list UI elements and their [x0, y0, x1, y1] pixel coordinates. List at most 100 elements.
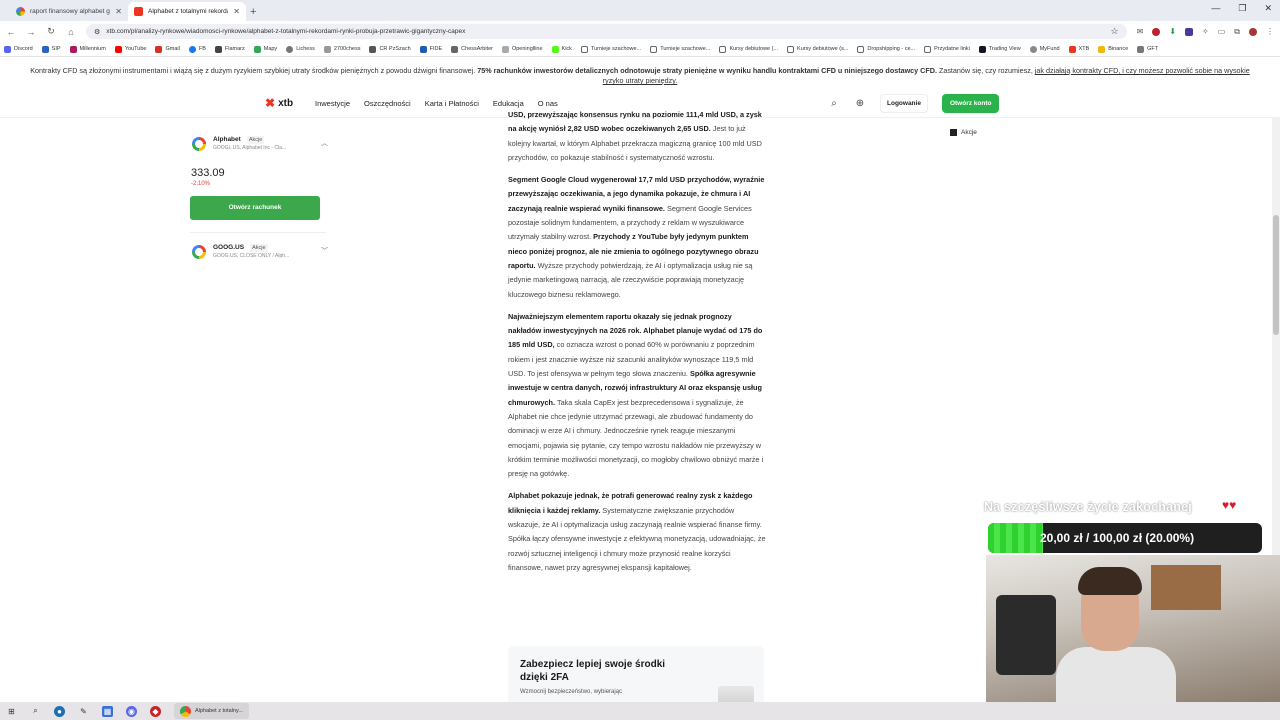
search-icon[interactable]: ⌕: [828, 98, 840, 110]
tabs-icon[interactable]: ⧉: [1234, 27, 1240, 37]
tag-akcje[interactable]: Akcje: [950, 129, 977, 136]
back-icon[interactable]: ←: [6, 27, 16, 37]
article-body: USD, przewyższając konsensus rynku na po…: [508, 108, 766, 583]
bookmark[interactable]: Millennium: [69, 45, 106, 53]
scrollbar-thumb[interactable]: [1273, 215, 1279, 335]
new-tab-icon[interactable]: +: [250, 2, 256, 21]
instrument-symbol: GOOGL.US, Alphabet Inc - Cla...: [213, 145, 287, 151]
forward-icon[interactable]: →: [26, 27, 36, 37]
bookmark[interactable]: Binance: [1098, 45, 1128, 53]
bookmark[interactable]: MyFund: [1029, 45, 1060, 53]
browser-tab-bar: raport finansowy alphabet goo ✕ Alphabet…: [0, 0, 1280, 21]
bookmark[interactable]: FIDE: [419, 45, 442, 53]
folder-icon: [580, 45, 588, 53]
nav-item-oszczednosci[interactable]: Oszczędności: [364, 99, 411, 108]
browser-tab-search[interactable]: raport finansowy alphabet goo ✕: [10, 2, 128, 21]
webcam-chair: [996, 595, 1056, 675]
star-icon[interactable]: ☆: [1111, 26, 1119, 37]
instrument-name-row: GOOG.US Akcje: [213, 244, 314, 252]
donation-goal-bar: 20,00 zł / 100,00 zł (20.00%): [988, 523, 1262, 553]
browser-tab-article[interactable]: Alphabet z totalnymi rekordam ✕: [128, 2, 246, 21]
taskbar-browser-item[interactable]: Alphabet z totalny...: [174, 703, 249, 719]
bookmark-folder[interactable]: Dropshipping - ce...: [857, 45, 916, 53]
article-paragraph: Najważniejszym elementem raportu okazały…: [508, 310, 766, 482]
nav-item-o-nas[interactable]: O nas: [538, 99, 558, 108]
extension-icon[interactable]: [1185, 27, 1194, 36]
bookmark[interactable]: Openinglline: [501, 45, 543, 53]
bookmark[interactable]: Trading View: [978, 45, 1021, 53]
bookmark[interactable]: Flamarz: [214, 45, 245, 53]
minimize-icon[interactable]: —: [1211, 3, 1220, 14]
nav-item-karta[interactable]: Karta i Płatności: [425, 99, 479, 108]
nav-item-edukacja[interactable]: Edukacja: [493, 99, 524, 108]
extension-icon[interactable]: [1152, 27, 1161, 36]
bookmark-folder[interactable]: Przydatne linki: [924, 45, 970, 53]
bookmark-label: Discord: [14, 46, 33, 52]
bookmark[interactable]: SIP: [41, 45, 61, 53]
bookmark[interactable]: Kick: [551, 45, 572, 53]
bookmark[interactable]: Lichess: [286, 45, 315, 53]
app-icon[interactable]: ▦: [102, 705, 113, 717]
bookmark-folder[interactable]: Kursy debiutowe (...: [719, 45, 778, 53]
bookmark[interactable]: ChessArbiter: [451, 45, 493, 53]
open-account-widget-button[interactable]: Otwórz rachunek: [190, 196, 320, 220]
bookmark[interactable]: Discord: [4, 45, 33, 53]
maps-icon: [253, 45, 261, 53]
close-icon[interactable]: ✕: [115, 7, 122, 16]
chevron-up-icon[interactable]: ︿: [321, 138, 328, 148]
menu-icon[interactable]: ⋮: [1266, 27, 1274, 36]
maximize-icon[interactable]: ❐: [1238, 3, 1246, 14]
xtb-logo[interactable]: ✖ xtb: [265, 96, 293, 110]
site-info-icon[interactable]: ⚙: [94, 28, 100, 36]
stream-caption: Na szczęśliwsze życie zakochanej: [984, 500, 1192, 514]
bookmark[interactable]: FB: [188, 45, 206, 53]
lichess-icon: [286, 45, 294, 53]
tag-icon: [950, 129, 957, 136]
open-account-button[interactable]: Otwórz konto: [941, 94, 1000, 113]
avatar[interactable]: [1249, 27, 1257, 36]
cfd-bold-text: 75% rachunków inwestorów detalicznych od…: [477, 66, 937, 75]
header-actions: ⌕ ⊕ Logowanie Otwórz konto: [828, 94, 1000, 113]
close-icon[interactable]: ✕: [233, 7, 240, 16]
chevron-down-icon[interactable]: ﹀: [321, 246, 328, 256]
app-icon[interactable]: ✎: [78, 706, 89, 717]
bookmark-folder[interactable]: Kursy debiutowe (s...: [787, 45, 848, 53]
mail-icon[interactable]: ✉: [1137, 27, 1144, 36]
steam-icon[interactable]: ●: [54, 705, 65, 717]
promo-card-2fa[interactable]: Zabezpiecz lepiej swoje środki dzięki 2F…: [508, 646, 764, 706]
bookmark[interactable]: YouTube: [114, 45, 146, 53]
download-icon[interactable]: ⬇: [1169, 27, 1176, 36]
bookmark[interactable]: 2700chess: [323, 45, 360, 53]
nav-item-inwestycje[interactable]: Inwestycje: [315, 99, 350, 108]
bookmark-icon: [41, 45, 49, 53]
bookmark[interactable]: CR PzSzach: [369, 45, 411, 53]
bookmark-folder[interactable]: Turnieje szachowe...: [650, 45, 710, 53]
instrument-goog[interactable]: GOOG.US Akcje GOOG.US, CLOSE ONLY / Alph.…: [190, 238, 330, 265]
xtb-icon: [1068, 45, 1076, 53]
search-icon[interactable]: ⌕: [30, 706, 41, 717]
bookmark[interactable]: XTB: [1068, 45, 1089, 53]
globe-icon[interactable]: ⊕: [854, 98, 866, 110]
windows-start-icon[interactable]: ⊞: [6, 706, 17, 717]
bookmark-folder[interactable]: Turnieje szachowe...: [580, 45, 641, 53]
discord-icon[interactable]: ◉: [126, 705, 137, 717]
bookmark-label: GFT: [1147, 46, 1159, 52]
cfd-text: Zastanów się, czy rozumiesz,: [938, 66, 1033, 75]
webcam-shelf: [1151, 565, 1221, 610]
folder-icon: [719, 45, 727, 53]
app-icon[interactable]: ◆: [150, 705, 161, 717]
url-field[interactable]: ⚙ xtb.com/pl/analizy-rynkowe/wiadomosci-…: [86, 24, 1127, 39]
bookmark[interactable]: Mapy: [253, 45, 277, 53]
login-button[interactable]: Logowanie: [880, 94, 928, 113]
folder-icon: [857, 45, 865, 53]
bookmark[interactable]: Gmail: [155, 45, 180, 53]
bookmark[interactable]: GFT: [1137, 45, 1159, 53]
reload-icon[interactable]: ↻: [46, 26, 56, 37]
puzzle-icon[interactable]: ✧: [1202, 27, 1209, 36]
google-icon: [192, 137, 206, 151]
home-icon[interactable]: ⌂: [66, 27, 76, 37]
instrument-alphabet[interactable]: Alphabet Akcje GOOGL.US, Alphabet Inc - C…: [190, 130, 330, 157]
sidebar-icon[interactable]: ▭: [1218, 27, 1226, 36]
bookmark-label: Dropshipping - ce...: [867, 46, 916, 52]
close-window-icon[interactable]: ✕: [1264, 3, 1272, 14]
